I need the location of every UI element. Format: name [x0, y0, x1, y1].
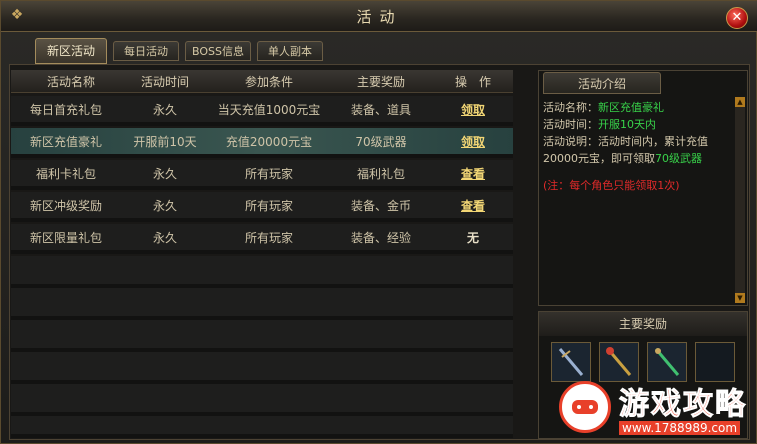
- cell-time: 永久: [152, 167, 177, 181]
- activity-table: 活动名称 活动时间 参加条件 主要奖励 操 作 每日首充礼包 永久 当天充值10…: [11, 70, 513, 438]
- table-row[interactable]: 新区冲级奖励 永久 所有玩家 装备、金币 查看: [11, 192, 513, 222]
- weapon-icon[interactable]: [551, 342, 591, 382]
- cell-time: 永久: [152, 231, 177, 245]
- empty-row: [11, 352, 513, 384]
- gamepad-logo-icon: [559, 381, 611, 433]
- cell-time: 永久: [152, 103, 177, 117]
- cell-name: 每日首充礼包: [29, 103, 102, 117]
- cell-name: 福利卡礼包: [35, 167, 96, 181]
- intro-time-label: 活动时间：: [543, 118, 598, 131]
- weapon-icon[interactable]: [599, 342, 639, 382]
- intro-note: (注：每个角色只能领取1次): [543, 179, 680, 192]
- header-reward: 主要奖励: [356, 75, 405, 89]
- header-time: 活动时间: [140, 75, 189, 89]
- cell-name: 新区冲级奖励: [29, 199, 102, 213]
- watermark-brand: 游戏攻略: [619, 387, 747, 423]
- tab-new-server[interactable]: 新区活动: [35, 38, 107, 64]
- scroll-up-icon[interactable]: ▲: [735, 97, 745, 107]
- rewards-title: 主要奖励: [539, 312, 747, 336]
- blade-icon: [654, 348, 680, 376]
- empty-row: [11, 384, 513, 416]
- header-condition: 参加条件: [244, 75, 293, 89]
- empty-row: [11, 256, 513, 288]
- header-action: 操 作: [454, 75, 491, 89]
- empty-row: [11, 320, 513, 352]
- intro-description: 活动名称：新区充值豪礼 活动时间：开服10天内 活动说明：活动时间内，累计充值2…: [543, 99, 729, 194]
- sword-icon: [558, 348, 584, 376]
- cell-name: 新区充值豪礼: [29, 135, 102, 149]
- cell-reward: 装备、道具: [350, 103, 411, 117]
- intro-name-label: 活动名称：: [543, 101, 598, 114]
- view-link[interactable]: 查看: [433, 165, 513, 182]
- table-row[interactable]: 每日首充礼包 永久 当天充值1000元宝 装备、道具 领取: [11, 96, 513, 126]
- intro-desc-label: 活动说明：: [543, 135, 598, 148]
- table-header: 活动名称 活动时间 参加条件 主要奖励 操 作: [11, 70, 513, 93]
- table-row[interactable]: 福利卡礼包 永久 所有玩家 福利礼包 查看: [11, 160, 513, 190]
- intro-scrollbar[interactable]: ▲ ▼: [735, 97, 745, 303]
- cell-condition: 当天充值1000元宝: [217, 103, 321, 117]
- cell-reward: 装备、金币: [350, 199, 411, 213]
- claim-link[interactable]: 领取: [433, 133, 513, 150]
- tab-solo-dungeon[interactable]: 单人副本: [257, 41, 323, 61]
- cell-time: 开服前10天: [133, 135, 197, 149]
- empty-reward-slot[interactable]: [695, 342, 735, 382]
- tab-boss[interactable]: BOSS信息: [185, 41, 251, 61]
- watermark-url: www.1788989.com: [619, 421, 741, 435]
- scroll-down-icon[interactable]: ▼: [735, 293, 745, 303]
- close-button[interactable]: ✕: [726, 7, 748, 29]
- tab-daily[interactable]: 每日活动: [113, 41, 179, 61]
- empty-row: [11, 416, 513, 438]
- cell-condition: 所有玩家: [244, 167, 293, 181]
- window-title: 活动: [356, 8, 403, 26]
- cell-reward: 福利礼包: [356, 167, 405, 181]
- intro-header: 活动介绍: [539, 71, 747, 94]
- staff-icon: [606, 347, 632, 376]
- intro-time-value: 开服10天内: [598, 118, 656, 131]
- table-row[interactable]: 新区限量礼包 永久 所有玩家 装备、经验 无: [11, 224, 513, 254]
- header-name: 活动名称: [46, 75, 95, 89]
- intro-desc-value: 70级武器: [655, 152, 702, 165]
- action-none: 无: [466, 231, 479, 245]
- cell-time: 永久: [152, 199, 177, 213]
- weapon-icon[interactable]: [647, 342, 687, 382]
- claim-link[interactable]: 领取: [433, 101, 513, 118]
- cell-condition: 所有玩家: [244, 231, 293, 245]
- empty-row: [11, 288, 513, 320]
- title-bar: ❖ 活动 ✕: [1, 1, 757, 32]
- cell-reward: 70级武器: [355, 135, 407, 149]
- view-link[interactable]: 查看: [433, 197, 513, 214]
- activity-intro-panel: 活动介绍 活动名称：新区充值豪礼 活动时间：开服10天内 活动说明：活动时间内，…: [538, 70, 748, 306]
- cell-condition: 所有玩家: [244, 199, 293, 213]
- watermark: 游戏攻略 www.1788989.com: [553, 379, 753, 441]
- cell-reward: 装备、经验: [350, 231, 411, 245]
- cell-name: 新区限量礼包: [29, 231, 102, 245]
- intro-tab[interactable]: 活动介绍: [543, 72, 661, 94]
- activity-window: ❖ 活动 ✕ 新区活动 每日活动 BOSS信息 单人副本 活动名称 活动时间 参…: [0, 0, 757, 444]
- cell-condition: 充值20000元宝: [225, 135, 313, 149]
- table-row-selected[interactable]: 新区充值豪礼 开服前10天 充值20000元宝 70级武器 领取: [11, 128, 513, 158]
- intro-name-value: 新区充值豪礼: [598, 101, 664, 114]
